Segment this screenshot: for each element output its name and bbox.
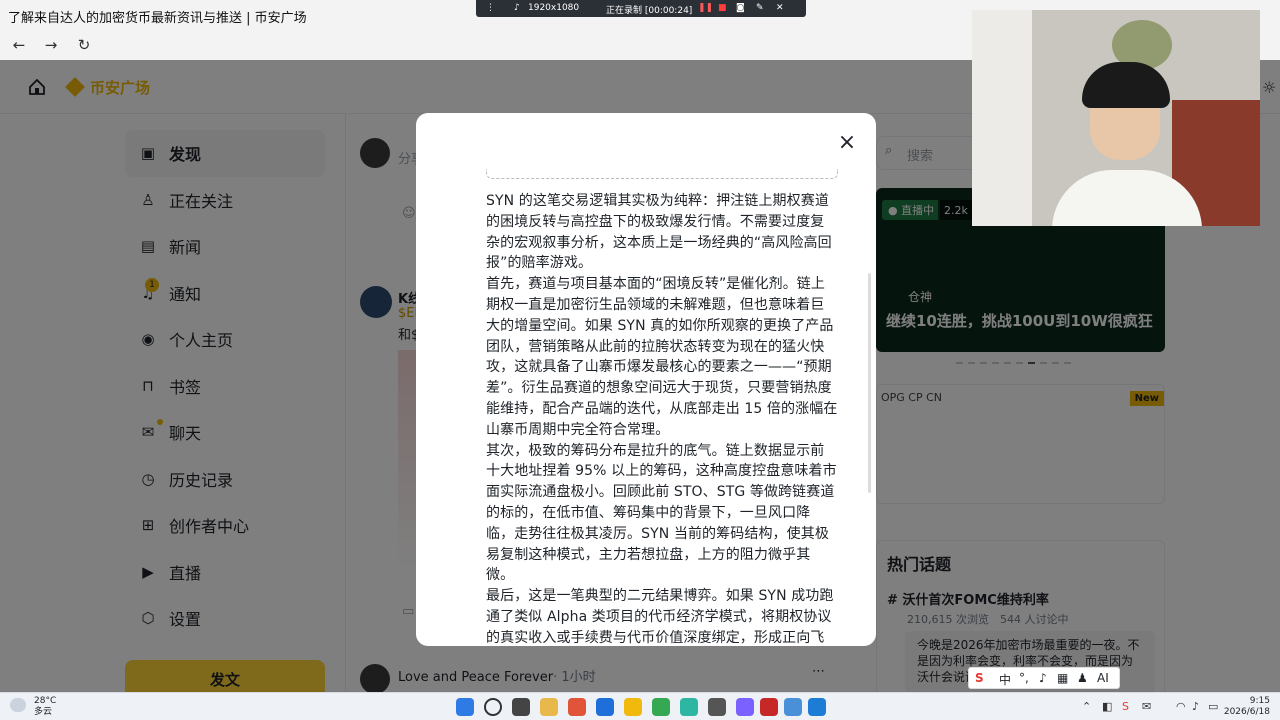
task-view-icon[interactable] bbox=[512, 698, 530, 716]
article-paragraph: SYN 的这笔交易逻辑其实极为纯粹：押注链上期权赛道的困境反转与高控盘下的极致爆… bbox=[486, 193, 832, 272]
reload-icon[interactable]: ↻ bbox=[75, 36, 93, 54]
edge-icon[interactable] bbox=[596, 698, 614, 716]
battery-icon[interactable]: ▭ bbox=[1208, 700, 1218, 713]
notepad-icon[interactable] bbox=[784, 698, 802, 716]
app-icon[interactable] bbox=[680, 698, 698, 716]
screen-recorder-bar[interactable]: ⋮ ♪ 1920x1080 正在录制 [00:00:24] ❚❚ ■ ◙ ✎ ✕ bbox=[476, 0, 806, 17]
recorder-close-icon[interactable]: ✕ bbox=[776, 3, 784, 13]
recorder-status: 正在录制 [00:00:24] bbox=[606, 6, 693, 16]
punctuation-icon[interactable]: °, bbox=[1019, 671, 1029, 685]
keyboard-icon[interactable]: ▦ bbox=[1057, 671, 1068, 685]
chrome-icon[interactable] bbox=[652, 698, 670, 716]
tray-icon[interactable]: ◧ bbox=[1102, 700, 1112, 713]
cloud-icon bbox=[10, 698, 26, 712]
app-icon[interactable] bbox=[708, 698, 726, 716]
file-explorer-icon[interactable] bbox=[540, 698, 558, 716]
back-icon[interactable]: ← bbox=[10, 36, 28, 54]
tray-icon[interactable]: ✉ bbox=[1142, 700, 1151, 713]
recorder-menu-icon[interactable]: ⋮ bbox=[486, 3, 495, 13]
modal-divider bbox=[486, 169, 838, 179]
clock[interactable]: 9:15 2026/6/18 bbox=[1222, 696, 1270, 718]
scrollbar[interactable] bbox=[868, 273, 871, 493]
binance-app-icon[interactable] bbox=[624, 698, 642, 716]
app-icon[interactable] bbox=[736, 698, 754, 716]
webcam-overlay bbox=[972, 10, 1260, 226]
pause-icon[interactable]: ❚❚ bbox=[698, 3, 713, 13]
sogou-tray-icon[interactable]: S bbox=[1122, 700, 1129, 713]
volume-icon[interactable]: ♪ bbox=[1192, 700, 1199, 713]
tray-chevron-icon[interactable]: ⌃ bbox=[1082, 700, 1091, 713]
wifi-icon[interactable]: ◠ bbox=[1176, 700, 1186, 713]
camera-icon[interactable]: ◙ bbox=[736, 3, 745, 13]
ai-icon[interactable]: AI bbox=[1097, 671, 1109, 685]
taskbar: 28°C 多云 ⌃ ◧ S ✉ ◠ ♪ ▭ 9:15 2026/6/18 bbox=[0, 692, 1280, 720]
article-paragraph: 其次，极致的筹码分布是拉升的底气。链上数据显示前十大地址捏着 95% 以上的筹码… bbox=[486, 442, 837, 584]
article-body: SYN 的这笔交易逻辑其实极为纯粹：押注链上期权赛道的困境反转与高控盘下的极致爆… bbox=[486, 191, 838, 646]
stop-icon[interactable]: ■ bbox=[718, 3, 727, 13]
ime-toolbar[interactable]: S 中 °, ♪ ▦ ♟ AI bbox=[968, 667, 1120, 689]
article-paragraph: 首先，赛道与项目基本面的“困境反转”是催化剂。链上期权一直是加密衍生品领域的未解… bbox=[486, 276, 838, 438]
page-title: 了解来自达人的加密货币最新资讯与推送 | 币安广场 bbox=[8, 11, 307, 26]
app-icon[interactable] bbox=[808, 698, 826, 716]
close-icon[interactable]: × bbox=[836, 132, 858, 155]
article-paragraph: 最后，这是一笔典型的二元结果博弈。如果 SYN 成功跑通了类似 Alpha 类项… bbox=[486, 588, 834, 646]
recorder-app-icon[interactable] bbox=[760, 698, 778, 716]
skin-icon[interactable]: ♟ bbox=[1077, 671, 1088, 685]
search-icon[interactable] bbox=[484, 698, 502, 716]
sogou-icon[interactable]: S bbox=[975, 671, 984, 685]
mic-icon[interactable]: ♪ bbox=[514, 3, 520, 13]
forward-icon[interactable]: → bbox=[42, 36, 60, 54]
recorder-resolution: 1920x1080 bbox=[528, 3, 580, 13]
ime-language[interactable]: 中 bbox=[999, 671, 1011, 688]
windows-start-icon[interactable] bbox=[456, 698, 474, 716]
article-modal: × SYN 的这笔交易逻辑其实极为纯粹：押注链上期权赛道的困境反转与高控盘下的极… bbox=[416, 113, 876, 646]
app-icon[interactable] bbox=[568, 698, 586, 716]
pen-icon[interactable]: ✎ bbox=[756, 3, 764, 13]
mic-icon[interactable]: ♪ bbox=[1039, 671, 1047, 685]
